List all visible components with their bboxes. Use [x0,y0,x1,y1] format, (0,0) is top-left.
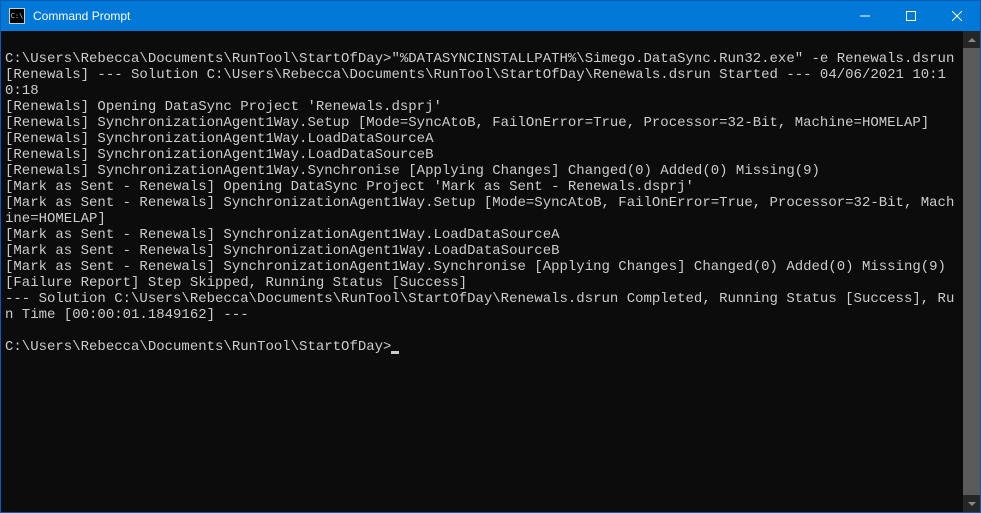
terminal-output[interactable]: C:\Users\Rebecca\Documents\RunTool\Start… [1,31,963,512]
terminal-area: C:\Users\Rebecca\Documents\RunTool\Start… [1,31,980,512]
window-title: Command Prompt [31,9,842,23]
terminal-line: C:\Users\Rebecca\Documents\RunTool\Start… [5,339,959,355]
terminal-line: --- Solution C:\Users\Rebecca\Documents\… [5,291,959,323]
icon-text: C:\ [11,13,24,20]
terminal-line: [Failure Report] Step Skipped, Running S… [5,275,959,291]
terminal-line: [Mark as Sent - Renewals] Synchronizatio… [5,227,959,243]
terminal-line: [Mark as Sent - Renewals] Synchronizatio… [5,243,959,259]
scroll-up-button[interactable] [963,31,980,48]
terminal-line [5,323,959,339]
terminal-line: [Mark as Sent - Renewals] Opening DataSy… [5,179,959,195]
command-prompt-icon: C:\ [9,8,25,24]
minimize-button[interactable] [842,1,888,31]
titlebar[interactable]: C:\ Command Prompt [1,1,980,31]
scrollbar[interactable] [963,31,980,512]
scroll-down-button[interactable] [963,495,980,512]
terminal-line: [Renewals] SynchronizationAgent1Way.Load… [5,131,959,147]
terminal-line: [Renewals] Opening DataSync Project 'Ren… [5,99,959,115]
cursor [391,351,399,354]
prompt: C:\Users\Rebecca\Documents\RunTool\Start… [5,339,391,355]
terminal-line: [Mark as Sent - Renewals] Synchronizatio… [5,259,959,275]
terminal-line: [Renewals] SynchronizationAgent1Way.Sync… [5,163,959,179]
terminal-line: [Mark as Sent - Renewals] Synchronizatio… [5,195,959,227]
terminal-line: C:\Users\Rebecca\Documents\RunTool\Start… [5,51,959,67]
terminal-line: [Renewals] --- Solution C:\Users\Rebecca… [5,67,959,99]
maximize-button[interactable] [888,1,934,31]
terminal-line: [Renewals] SynchronizationAgent1Way.Setu… [5,115,959,131]
window-controls [842,1,980,31]
close-button[interactable] [934,1,980,31]
scrollbar-thumb[interactable] [963,48,980,495]
terminal-line: [Renewals] SynchronizationAgent1Way.Load… [5,147,959,163]
